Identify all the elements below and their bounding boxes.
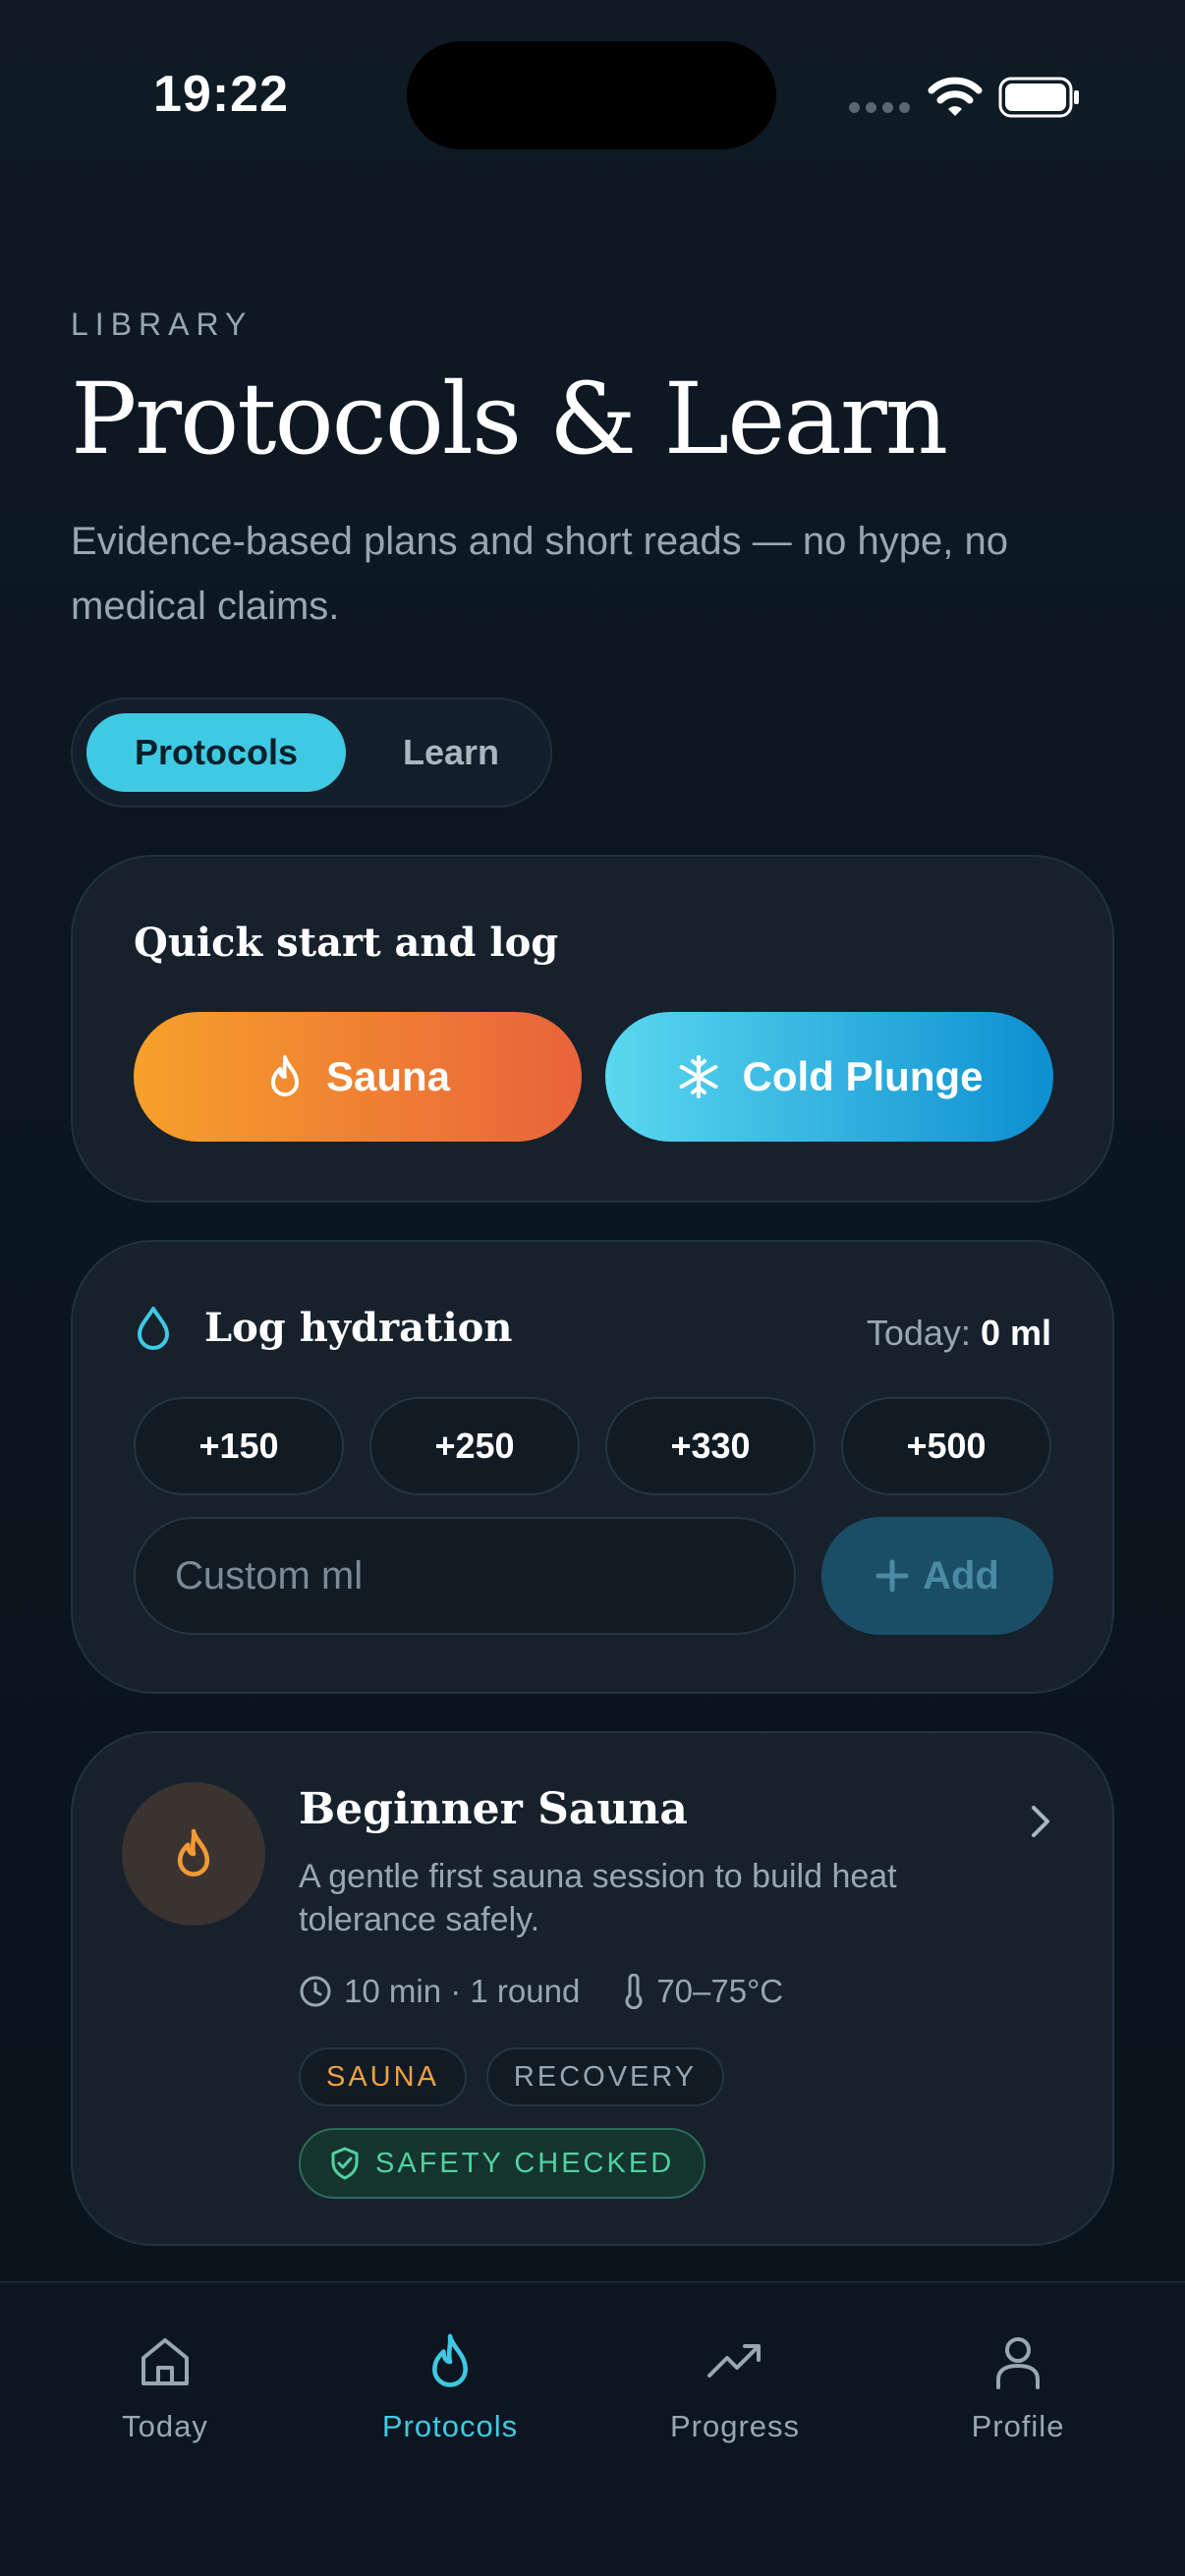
page-subtitle: Evidence-based plans and short reads — n… bbox=[71, 520, 1008, 628]
protocol-tags: SAUNA RECOVERY bbox=[299, 2047, 725, 2106]
protocol-description: A gentle first sauna session to build he… bbox=[299, 1858, 897, 1938]
cellular-signal-icon bbox=[849, 102, 910, 113]
tab-protocols[interactable]: Protocols bbox=[86, 713, 346, 792]
chevron-right-icon bbox=[1032, 1806, 1049, 1837]
protocol-title: Beginner Sauna bbox=[299, 1784, 688, 1834]
duration-text: 10 min · 1 round bbox=[344, 1973, 581, 2009]
section-eyebrow: LIBRARY bbox=[71, 307, 254, 342]
quick-start-heading: Quick start and log bbox=[134, 920, 559, 966]
add-250-button[interactable]: +250 bbox=[369, 1397, 580, 1495]
start-sauna-button[interactable]: Sauna bbox=[134, 1012, 582, 1142]
protocol-card-beginner-sauna[interactable]: Beginner Sauna A gentle first sauna sess… bbox=[71, 1731, 1114, 2246]
segmented-control: Protocols Learn bbox=[71, 698, 552, 808]
water-drop-icon bbox=[138, 1307, 169, 1350]
wifi-icon bbox=[928, 77, 983, 116]
dynamic-island bbox=[407, 41, 776, 149]
temperature-text: 70–75°C bbox=[656, 1973, 784, 2009]
custom-ml-input[interactable] bbox=[134, 1517, 796, 1635]
trending-up-icon bbox=[707, 2344, 761, 2378]
shield-check-icon bbox=[331, 2147, 359, 2180]
duration-meta: 10 min · 1 round bbox=[299, 1973, 580, 2010]
protocol-icon bbox=[122, 1782, 265, 1926]
start-cold-plunge-button[interactable]: Cold Plunge bbox=[605, 1012, 1053, 1142]
thermometer-icon bbox=[625, 1974, 643, 2009]
quick-start-card: Quick start and log Sauna Cold Plunge bbox=[71, 855, 1114, 1203]
bottom-tab-bar: Today Protocols Progress Profile bbox=[0, 2281, 1185, 2576]
battery-icon bbox=[998, 77, 1079, 118]
hydration-card: Log hydration Today: 0 ml +150 +250 +330… bbox=[71, 1240, 1114, 1694]
nav-today-label: Today bbox=[122, 2409, 208, 2443]
cold-plunge-button-label: Cold Plunge bbox=[742, 1053, 984, 1099]
temperature-meta: 70–75°C bbox=[623, 1973, 783, 2010]
nav-profile[interactable]: Profile bbox=[900, 2332, 1136, 2444]
user-icon bbox=[996, 2337, 1040, 2389]
add-custom-button[interactable]: Add bbox=[821, 1517, 1053, 1635]
safety-checked-badge: SAFETY CHECKED bbox=[299, 2128, 706, 2199]
today-value: 0 ml bbox=[980, 1313, 1051, 1353]
clock-icon bbox=[300, 1976, 331, 2007]
tab-learn[interactable]: Learn bbox=[367, 713, 535, 792]
today-label: Today: bbox=[866, 1313, 971, 1353]
add-330-button[interactable]: +330 bbox=[605, 1397, 816, 1495]
hydration-heading: Log hydration bbox=[204, 1305, 513, 1351]
snowflake-icon bbox=[679, 1055, 717, 1098]
nav-protocols-label: Protocols bbox=[381, 2409, 519, 2443]
page-title: Protocols & Learn bbox=[71, 362, 948, 476]
nav-protocols[interactable]: Protocols bbox=[332, 2332, 568, 2444]
add-150-button[interactable]: +150 bbox=[134, 1397, 344, 1495]
hydration-today: Today: 0 ml bbox=[867, 1313, 1051, 1354]
nav-profile-label: Profile bbox=[971, 2409, 1065, 2443]
add-button-label: Add bbox=[923, 1553, 999, 1597]
flame-icon bbox=[177, 1828, 210, 1876]
plus-icon bbox=[875, 1559, 909, 1593]
add-500-button[interactable]: +500 bbox=[841, 1397, 1051, 1495]
nav-today[interactable]: Today bbox=[47, 2332, 283, 2444]
nav-progress-label: Progress bbox=[669, 2409, 801, 2443]
status-time: 19:22 bbox=[153, 66, 289, 123]
tag-sauna: SAUNA bbox=[299, 2047, 467, 2106]
tag-recovery: RECOVERY bbox=[485, 2047, 725, 2106]
protocol-meta: 10 min · 1 round 70–75°C bbox=[299, 1973, 783, 2010]
home-icon bbox=[141, 2338, 189, 2385]
nav-progress[interactable]: Progress bbox=[617, 2332, 853, 2444]
screen: 19:22 LIBRARY Protocols & Learn Evidence… bbox=[0, 0, 1185, 2576]
safety-label: SAFETY CHECKED bbox=[375, 2147, 675, 2179]
flame-icon bbox=[432, 2333, 468, 2387]
sauna-button-label: Sauna bbox=[325, 1053, 451, 1099]
flame-icon bbox=[270, 1055, 299, 1096]
